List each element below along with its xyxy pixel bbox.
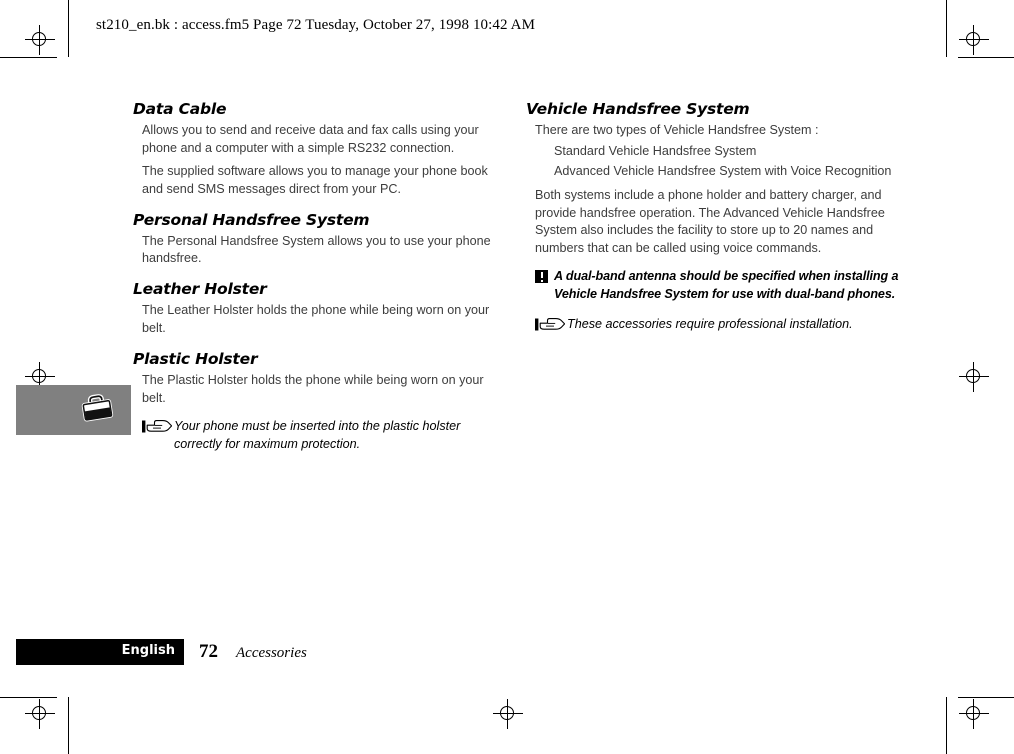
registration-hline [25,376,55,377]
crop-mark-horizontal-top-right [958,57,1014,58]
footer-language-bar: English [16,639,184,665]
paragraph-personal-handsfree-1: The Personal Handsfree System allows you… [142,233,491,266]
registration-hline [959,39,989,40]
chapter-thumb-tab [16,385,131,435]
section-heading-plastic-holster: Plastic Holster [133,350,258,368]
registration-hline [493,713,523,714]
running-header: st210_en.bk : access.fm5 Page 72 Tuesday… [96,17,536,33]
list-item-advanced-vehicle-handsfree: Advanced Vehicle Handsfree System with V… [554,163,892,178]
paragraph-leather-holster-1: The Leather Holster holds the phone whil… [142,303,490,336]
pointing-hand-icon [142,419,173,435]
warning-dual-band-antenna-text: A dual-band antenna should be specified … [554,269,899,302]
registration-vline [39,25,40,55]
registration-mark-middle-right [959,362,989,392]
registration-mark-top-right [959,25,989,55]
registration-hline [25,39,55,40]
crop-mark-vertical-top-right [946,0,947,57]
registration-hline [959,376,989,377]
paragraph-data-cable-2: The supplied software allows you to mana… [142,163,488,196]
registration-vline [39,699,40,729]
registration-vline [973,362,974,392]
registration-mark-bottom-center [493,699,523,729]
note-plastic-holster: Your phone must be inserted into the pla… [133,417,508,454]
left-column: Data Cable Allows you to send and receiv… [133,100,508,453]
note-professional-installation-text: These accessories require professional i… [567,316,853,331]
section-heading-personal-handsfree-system: Personal Handsfree System [133,210,370,229]
footer-page-number: 72 [199,641,218,662]
section-heading-leather-holster: Leather Holster [133,280,267,299]
crop-mark-vertical-top-left [68,0,69,57]
note-plastic-holster-text: Your phone must be inserted into the pla… [174,418,461,451]
footer-chapter-name: Accessories [236,645,307,661]
right-column: Vehicle Handsfree System There are two t… [526,100,906,333]
paragraph-plastic-holster-1: The Plastic Holster holds the phone whil… [142,373,484,405]
crop-mark-horizontal-bottom-left [0,697,57,698]
section-heading-data-cable: Data Cable [133,100,227,118]
crop-mark-horizontal-top-left [0,57,57,58]
paragraph-data-cable-1: Allows you to send and receive data and … [142,123,479,155]
registration-hline [25,713,55,714]
registration-vline [973,699,974,729]
crop-mark-horizontal-bottom-right [958,697,1014,698]
paragraph-vehicle-body: Both systems include a phone holder and … [535,187,885,256]
registration-mark-bottom-right [959,699,989,729]
section-heading-vehicle-handsfree-system: Vehicle Handsfree System [526,100,750,118]
list-item-standard-vehicle-handsfree: Standard Vehicle Handsfree System [554,143,757,158]
registration-vline [973,25,974,55]
briefcase-bag-icon [79,393,115,425]
paragraph-vehicle-intro: There are two types of Vehicle Handsfree… [535,123,819,137]
exclamation-warning-icon [535,270,548,284]
registration-hline [959,713,989,714]
pointing-hand-icon [535,317,566,333]
registration-mark-top-left [25,25,55,55]
crop-mark-vertical-bottom-right [946,697,947,754]
registration-mark-bottom-left [25,699,55,729]
footer-language-label: English [121,643,175,658]
crop-mark-vertical-bottom-left [68,697,69,754]
registration-vline [507,699,508,729]
note-professional-installation: These accessories require professional i… [526,315,906,333]
warning-dual-band-antenna: A dual-band antenna should be specified … [526,267,906,304]
